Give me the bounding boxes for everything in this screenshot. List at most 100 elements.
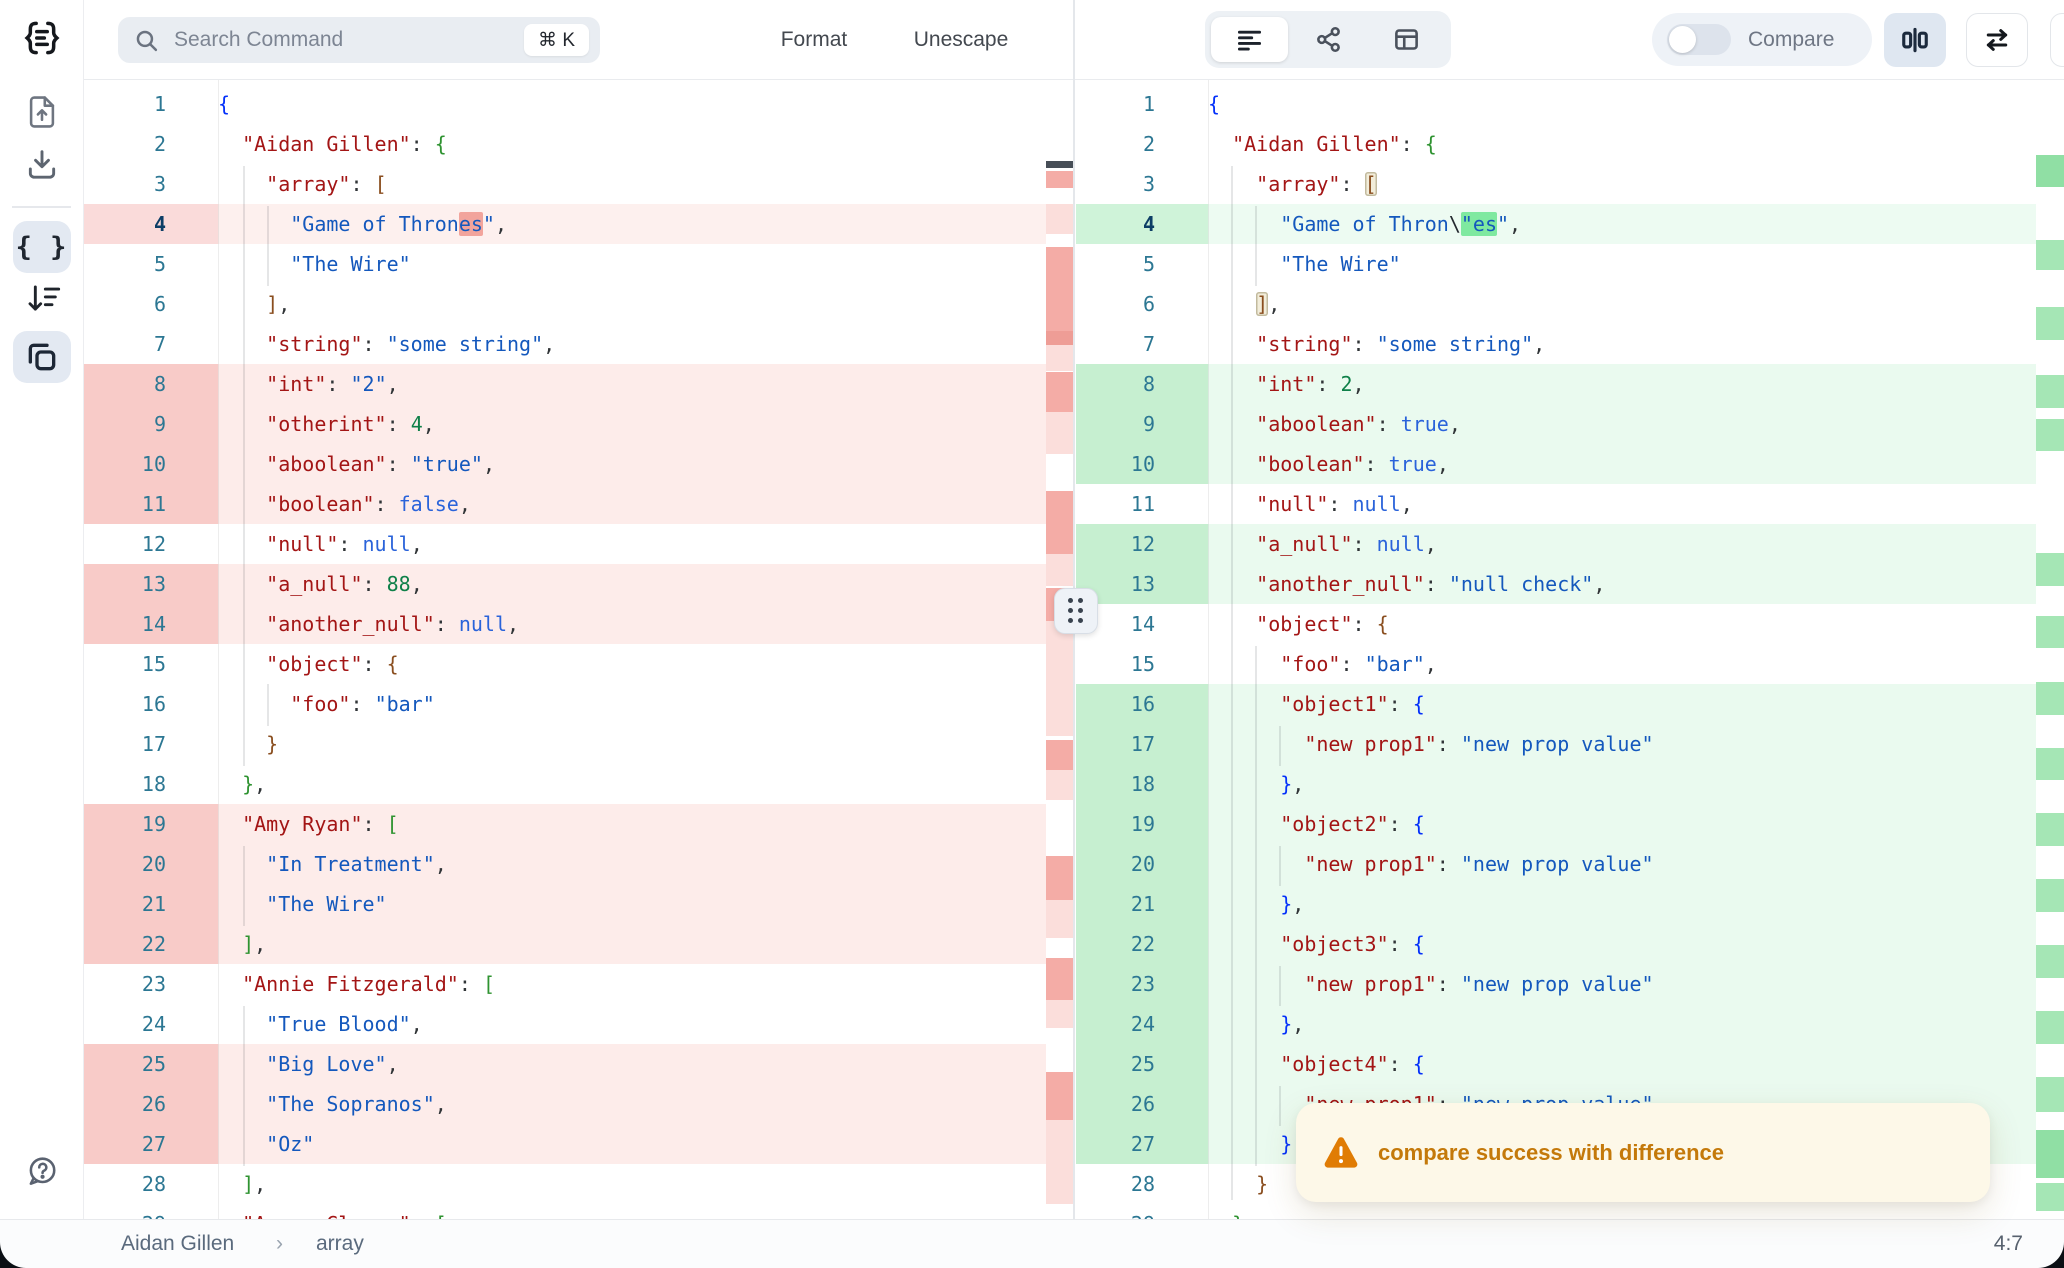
code-line-right-5[interactable]: 5 "The Wire" [1076, 244, 2036, 284]
code-line-right-15[interactable]: 15 "foo": "bar", [1076, 644, 2036, 684]
line-number: 7 [1142, 332, 1155, 356]
code-line-right-12[interactable]: 12 "a_null": null, [1076, 524, 2036, 564]
code-line-left-23[interactable]: 23 "Annie Fitzgerald": [ [84, 964, 1046, 1004]
help-button[interactable] [13, 1146, 71, 1198]
code-text: "string": "some string", [266, 332, 556, 356]
code-line-left-15[interactable]: 15 "object": { [84, 644, 1046, 684]
code-line-right-7[interactable]: 7 "string": "some string", [1076, 324, 2036, 364]
code-line-right-4[interactable]: 4 "Game of Thron\"es", [1076, 204, 2036, 244]
code-line-left-26[interactable]: 26 "The Sopranos", [84, 1084, 1046, 1124]
code-line-left-28[interactable]: 28 ], [84, 1164, 1046, 1204]
code-text: "object1": { [1208, 684, 2036, 724]
line-number: 11 [84, 484, 218, 524]
code-line-right-8[interactable]: 8 "int": 2, [1076, 364, 2036, 404]
sidebar-item-compare[interactable] [12, 331, 71, 383]
code-line-right-17[interactable]: 17 "new prop1": "new prop value" [1076, 724, 2036, 764]
code-text: "The Wire" [1280, 252, 1401, 276]
split-diff-button[interactable] [1884, 13, 1946, 67]
download-button[interactable] [13, 139, 71, 191]
tab-table-view[interactable] [1368, 17, 1445, 62]
code-line-left-19[interactable]: 19 "Amy Ryan": [ [84, 804, 1046, 844]
code-line-left-11[interactable]: 11 "boolean": false, [84, 484, 1046, 524]
code-line-right-10[interactable]: 10 "boolean": true, [1076, 444, 2036, 484]
tab-text-view[interactable] [1211, 17, 1288, 62]
command-search-input[interactable]: Search Command ⌘ K [118, 17, 600, 63]
format-button[interactable]: Format [769, 0, 859, 80]
code-line-left-4[interactable]: 4 "Game of Thrones", [84, 204, 1046, 244]
code-text: "The Sopranos", [218, 1084, 1046, 1124]
code-line-right-6[interactable]: 6 ], [1076, 284, 2036, 324]
line-number: 21 [84, 884, 218, 924]
code-line-left-20[interactable]: 20 "In Treatment", [84, 844, 1046, 884]
sidebar-item-text-editor[interactable]: { } [12, 221, 71, 273]
diff-mark [2036, 553, 2064, 586]
right-editor-pane[interactable]: 1{2 "Aidan Gillen": {3 "array": [4 "Game… [1076, 80, 2064, 1219]
code-line-left-9[interactable]: 9 "otherint": 4, [84, 404, 1046, 444]
code-line-left-14[interactable]: 14 "another_null": null, [84, 604, 1046, 644]
code-line-left-8[interactable]: 8 "int": "2", [84, 364, 1046, 404]
code-line-left-27[interactable]: 27 "Oz" [84, 1124, 1046, 1164]
code-text: "In Treatment", [218, 844, 1046, 884]
code-line-left-18[interactable]: 18 }, [84, 764, 1046, 804]
line-number: 17 [141, 732, 166, 756]
tab-graph-view[interactable] [1290, 17, 1367, 62]
line-number: 14 [84, 604, 218, 644]
code-line-right-13[interactable]: 13 "another_null": "null check", [1076, 564, 2036, 604]
code-line-right-9[interactable]: 9 "aboolean": true, [1076, 404, 2036, 444]
code-line-right-25[interactable]: 25 "object4": { [1076, 1044, 2036, 1084]
code-line-right-20[interactable]: 20 "new prop1": "new prop value" [1076, 844, 2036, 884]
code-line-left-2[interactable]: 2 "Aidan Gillen": { [84, 124, 1046, 164]
fullscreen-button[interactable] [2050, 13, 2064, 67]
right-overview-ruler[interactable] [2036, 80, 2064, 1219]
code-line-left-24[interactable]: 24 "True Blood", [84, 1004, 1046, 1044]
pane-drag-handle[interactable] [1054, 588, 1098, 634]
scrollbar-thumb[interactable] [1046, 161, 1073, 168]
code-line-right-24[interactable]: 24 }, [1076, 1004, 2036, 1044]
code-line-right-11[interactable]: 11 "null": null, [1076, 484, 2036, 524]
breadcrumb-node[interactable]: array [316, 1220, 364, 1268]
diff-mark [1046, 331, 1073, 345]
code-line-left-1[interactable]: 1{ [84, 84, 1046, 124]
code-line-right-16[interactable]: 16 "object1": { [1076, 684, 2036, 724]
import-file-button[interactable] [13, 86, 71, 138]
diff-mark [1046, 1000, 1073, 1028]
code-line-right-29[interactable]: 29 } [1076, 1204, 2036, 1219]
code-text: "new prop1": "new prop value" [1208, 724, 2036, 764]
left-overview-ruler[interactable] [1046, 80, 1073, 1219]
code-line-left-16[interactable]: 16 "foo": "bar" [84, 684, 1046, 724]
code-line-right-14[interactable]: 14 "object": { [1076, 604, 2036, 644]
code-line-left-13[interactable]: 13 "a_null": 88, [84, 564, 1046, 604]
code-line-left-22[interactable]: 22 ], [84, 924, 1046, 964]
code-line-right-18[interactable]: 18 }, [1076, 764, 2036, 804]
code-line-right-3[interactable]: 3 "array": [ [1076, 164, 2036, 204]
code-line-left-21[interactable]: 21 "The Wire" [84, 884, 1046, 924]
sidebar-divider [12, 206, 71, 208]
code-text: "object": { [266, 652, 399, 676]
code-line-right-19[interactable]: 19 "object2": { [1076, 804, 2036, 844]
code-line-left-12[interactable]: 12 "null": null, [84, 524, 1046, 564]
code-text: ], [242, 1172, 267, 1196]
line-number: 18 [141, 772, 166, 796]
code-line-left-3[interactable]: 3 "array": [ [84, 164, 1046, 204]
code-text: "int": "2", [218, 364, 1046, 404]
code-line-left-7[interactable]: 7 "string": "some string", [84, 324, 1046, 364]
breadcrumb-chevron-icon: › [276, 1232, 283, 1255]
line-number: 1 [1142, 92, 1155, 116]
code-line-right-2[interactable]: 2 "Aidan Gillen": { [1076, 124, 2036, 164]
code-line-right-23[interactable]: 23 "new prop1": "new prop value" [1076, 964, 2036, 1004]
code-line-left-10[interactable]: 10 "aboolean": "true", [84, 444, 1046, 484]
code-line-left-17[interactable]: 17 } [84, 724, 1046, 764]
left-editor-pane[interactable]: 1{2 "Aidan Gillen": {3 "array": [4 "Game… [84, 80, 1073, 1219]
code-line-left-25[interactable]: 25 "Big Love", [84, 1044, 1046, 1084]
code-line-right-22[interactable]: 22 "object3": { [1076, 924, 2036, 964]
code-line-left-29[interactable]: 29 "Anwan Glover": [ [84, 1204, 1046, 1219]
unescape-button[interactable]: Unescape [897, 0, 1025, 80]
code-line-left-6[interactable]: 6 ], [84, 284, 1046, 324]
compare-toggle[interactable] [1667, 24, 1731, 55]
code-line-right-1[interactable]: 1{ [1076, 84, 2036, 124]
code-line-right-21[interactable]: 21 }, [1076, 884, 2036, 924]
breadcrumb-root[interactable]: Aidan Gillen [121, 1220, 234, 1268]
sidebar-item-sort[interactable] [13, 272, 71, 324]
swap-sides-button[interactable] [1966, 13, 2028, 67]
code-line-left-5[interactable]: 5 "The Wire" [84, 244, 1046, 284]
